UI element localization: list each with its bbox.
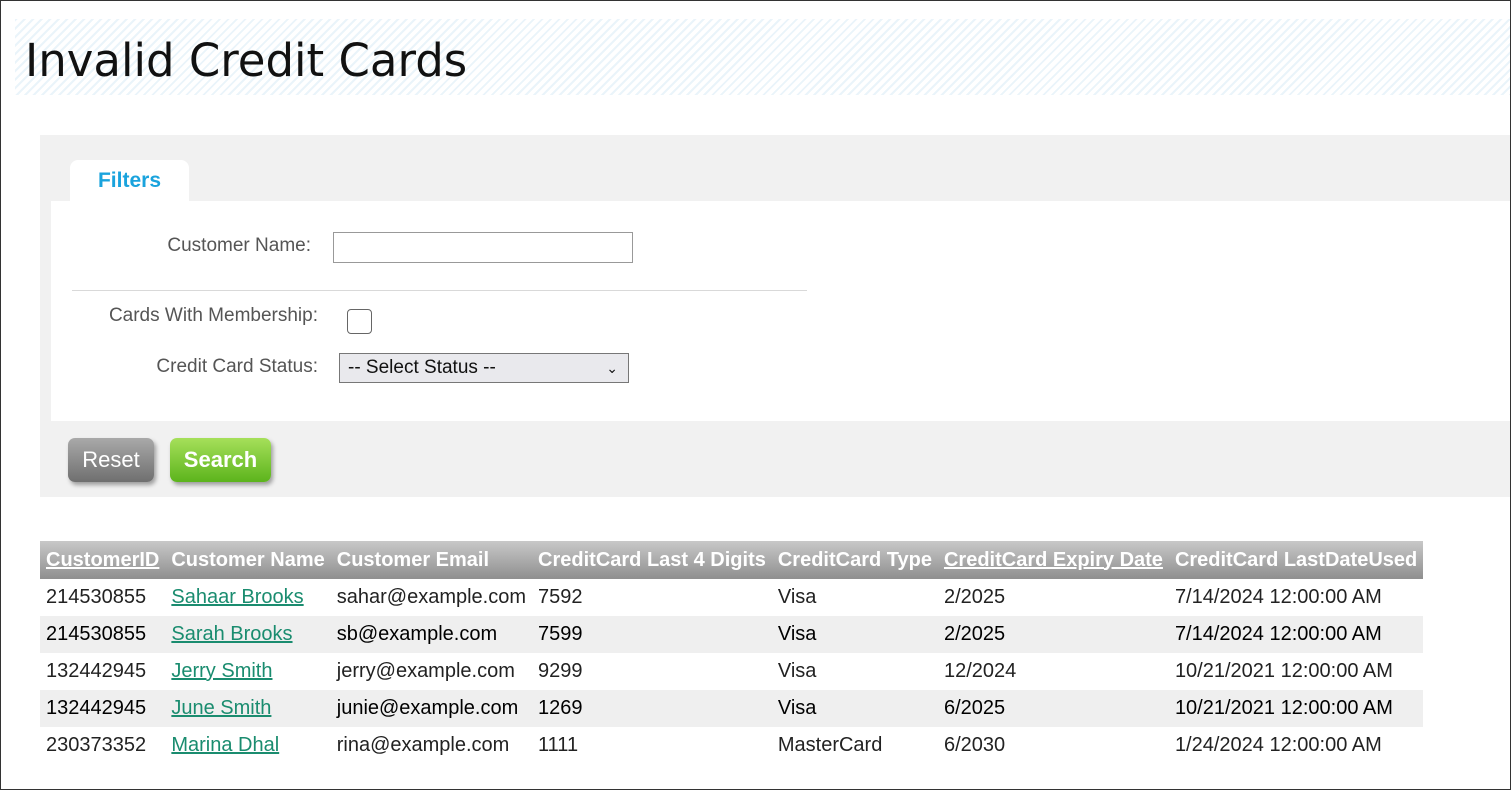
cell-email: jerry@example.com: [336, 660, 515, 682]
cell-card-type: MasterCard: [777, 734, 883, 756]
cell-email: sb@example.com: [330, 616, 533, 653]
cell-customer-id: 214530855: [40, 616, 166, 653]
customer-name-link[interactable]: Marina Dhal: [171, 734, 279, 756]
column-header-last4: CreditCard Last 4 Digits: [532, 541, 772, 579]
customer-name-link[interactable]: Jerry Smith: [171, 660, 272, 682]
credit-card-status-select[interactable]: -- Select Status -- ⌄: [339, 353, 629, 383]
cell-customer-name: Marina Dhal: [165, 727, 330, 764]
cell-last-used: 10/21/2021 12:00:00 AM: [1168, 690, 1424, 727]
cell-customer-name: Jerry Smith: [165, 653, 330, 690]
cell-card-type: Visa: [771, 690, 938, 727]
cell-customer-id: 132442945: [40, 690, 166, 727]
chevron-down-icon: ⌄: [606, 360, 618, 376]
cards-with-membership-label: Cards With Membership:: [108, 305, 318, 326]
cell-customer-id: 132442945: [46, 660, 147, 682]
column-header-customer-id[interactable]: CustomerID: [40, 541, 166, 579]
search-button[interactable]: Search: [170, 438, 271, 482]
table-row: 132442945 Jerry Smith jerry@example.com …: [40, 653, 1423, 690]
column-header-last-date-used: CreditCard LastDateUsed: [1168, 541, 1424, 579]
cell-customer-name: June Smith: [165, 690, 331, 727]
column-header-customer-email: Customer Email: [330, 541, 533, 579]
cell-email: rina@example.com: [336, 734, 510, 756]
tab-filters[interactable]: Filters: [70, 160, 189, 202]
column-header-card-type: CreditCard Type: [771, 541, 938, 579]
table-row: 214530855 Sarah Brooks sb@example.com 75…: [40, 616, 1424, 653]
table-row: 230373352 Marina Dhal rina@example.com 1…: [40, 727, 1423, 764]
credit-card-status-label: Credit Card Status:: [156, 356, 318, 377]
cell-expiry: 6/2030: [943, 734, 1006, 756]
cards-with-membership-checkbox[interactable]: [347, 309, 372, 334]
cell-card-type: Visa: [771, 616, 938, 653]
cell-customer-name: Sarah Brooks: [165, 616, 331, 653]
cell-last4: 7592: [538, 586, 583, 608]
reset-button[interactable]: Reset: [68, 438, 154, 482]
cell-last4: 1269: [532, 690, 772, 727]
page-title: Invalid Credit Cards: [25, 34, 468, 87]
column-header-expiry-date[interactable]: CreditCard Expiry Date: [937, 541, 1169, 579]
cell-last-used: 1/24/2024 12:00:00 AM: [1174, 734, 1382, 756]
cell-customer-id: 214530855: [46, 586, 147, 608]
cell-customer-id: 230373352: [46, 734, 147, 756]
customer-name-link[interactable]: June Smith: [171, 697, 271, 719]
table-row: 132442945 June Smith junie@example.com 1…: [40, 690, 1424, 727]
cell-expiry: 12/2024: [943, 660, 1017, 682]
table-row: 214530855 Sahaar Brooks sahar@example.co…: [40, 579, 1423, 616]
column-header-customer-name: Customer Name: [165, 541, 331, 579]
app-window: Invalid Credit Cards Filters Customer Na…: [0, 0, 1511, 790]
cell-last4: 1111: [538, 734, 579, 756]
cell-email: junie@example.com: [330, 690, 533, 727]
cell-expiry: 6/2025: [937, 690, 1169, 727]
cell-last-used: 7/14/2024 12:00:00 AM: [1174, 586, 1382, 608]
cell-email: sahar@example.com: [336, 586, 527, 608]
credit-card-status-selected: -- Select Status --: [348, 357, 496, 378]
customer-name-input[interactable]: [333, 232, 633, 263]
filter-divider: [72, 290, 807, 291]
cell-customer-name: Sahaar Brooks: [165, 579, 330, 616]
cell-card-type: Visa: [777, 586, 817, 608]
results-table: CustomerID Customer Name Customer Email …: [40, 541, 1424, 764]
customer-name-link[interactable]: Sahaar Brooks: [171, 586, 303, 608]
cell-last-used: 10/21/2021 12:00:00 AM: [1174, 660, 1393, 682]
cell-last-used: 7/14/2024 12:00:00 AM: [1168, 616, 1424, 653]
table-header-row: CustomerID Customer Name Customer Email …: [40, 541, 1424, 579]
cell-last4: 7599: [532, 616, 772, 653]
customer-name-label: Customer Name:: [167, 235, 311, 256]
customer-name-link[interactable]: Sarah Brooks: [171, 623, 292, 645]
cell-last4: 9299: [538, 660, 583, 682]
cell-expiry: 2/2025: [943, 586, 1006, 608]
cell-expiry: 2/2025: [937, 616, 1169, 653]
cell-card-type: Visa: [777, 660, 817, 682]
